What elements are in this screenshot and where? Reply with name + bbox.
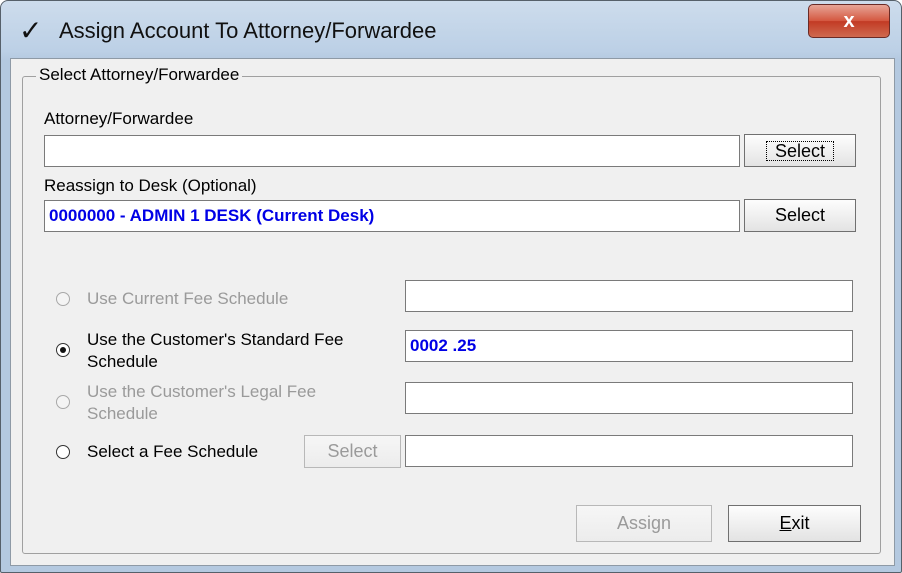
dialog-body: Select Attorney/Forwardee Attorney/Forwa… [10,58,895,566]
radio-button[interactable] [56,395,70,409]
standard-fee-value: 0002 .25 [410,336,477,355]
fee-schedule-select-label: Select [327,441,378,461]
radio-label: Select a Fee Schedule [87,442,259,461]
radio-button[interactable] [56,343,70,357]
fee-schedule-value [406,441,410,460]
attorney-select-button[interactable]: Select [744,134,856,167]
current-fee-field [405,280,853,312]
legal-fee-field [405,382,853,414]
radio-label: Use Current Fee Schedule [87,289,289,308]
desk-select-button[interactable]: Select [744,199,856,232]
radio-label: Use the Customer's Legal Fee Schedule [87,382,317,423]
window-title: Assign Account To Attorney/Forwardee [59,18,437,43]
desk-label: Reassign to Desk (Optional) [44,176,257,195]
attorney-value [45,141,49,160]
radio-select-fee[interactable]: Select a Fee Schedule [56,441,258,463]
desk-select-label: Select [774,205,826,225]
desk-value: 0000000 - ADMIN 1 DESK (Current Desk) [49,206,375,225]
fee-schedule-select-button[interactable]: Select [304,435,401,468]
legal-fee-value [406,388,410,407]
attorney-label: Attorney/Forwardee [44,109,194,128]
exit-accelerator: E [779,513,792,533]
radio-button[interactable] [56,292,70,306]
assign-label: Assign [616,513,672,533]
radio-legal-fee[interactable]: Use the Customer's Legal Fee Schedule [56,381,391,425]
radio-standard-fee[interactable]: Use the Customer's Standard Fee Schedule [56,329,391,373]
dialog-window: ✓ Assign Account To Attorney/Forwardee x… [0,0,902,573]
current-fee-value [406,286,410,305]
close-button[interactable]: x [808,4,890,38]
attorney-field[interactable] [44,135,740,167]
groupbox-legend: Select Attorney/Forwardee [36,65,243,85]
exit-button[interactable]: Exit [728,505,861,542]
radio-current-fee[interactable]: Use Current Fee Schedule [56,288,288,310]
assign-button[interactable]: Assign [576,505,712,542]
standard-fee-field[interactable]: 0002 .25 [405,330,853,362]
title-bar[interactable]: ✓ Assign Account To Attorney/Forwardee x [1,1,901,59]
checkmark-icon: ✓ [19,15,43,46]
radio-button[interactable] [56,445,70,459]
attorney-select-label: Select [765,140,835,161]
exit-label-rest: xit [791,513,810,533]
radio-label: Use the Customer's Standard Fee Schedule [87,330,344,371]
exit-label: Exit [779,513,809,534]
close-icon: x [843,9,855,32]
fee-schedule-field[interactable] [405,435,853,467]
desk-field[interactable]: 0000000 - ADMIN 1 DESK (Current Desk) [44,200,740,232]
